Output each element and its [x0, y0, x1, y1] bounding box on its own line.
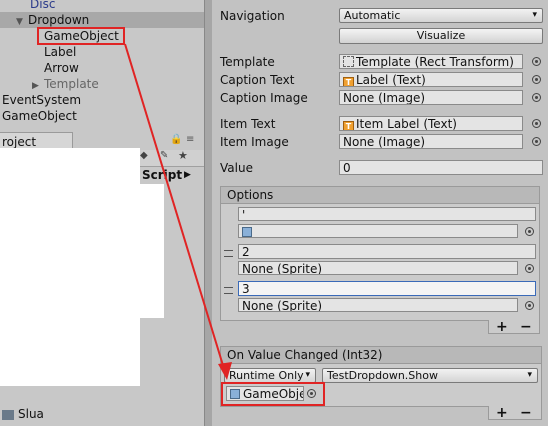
drag-arrow-annotation [124, 43, 232, 380]
arrow-head [218, 362, 232, 380]
arrow-line [124, 43, 226, 373]
